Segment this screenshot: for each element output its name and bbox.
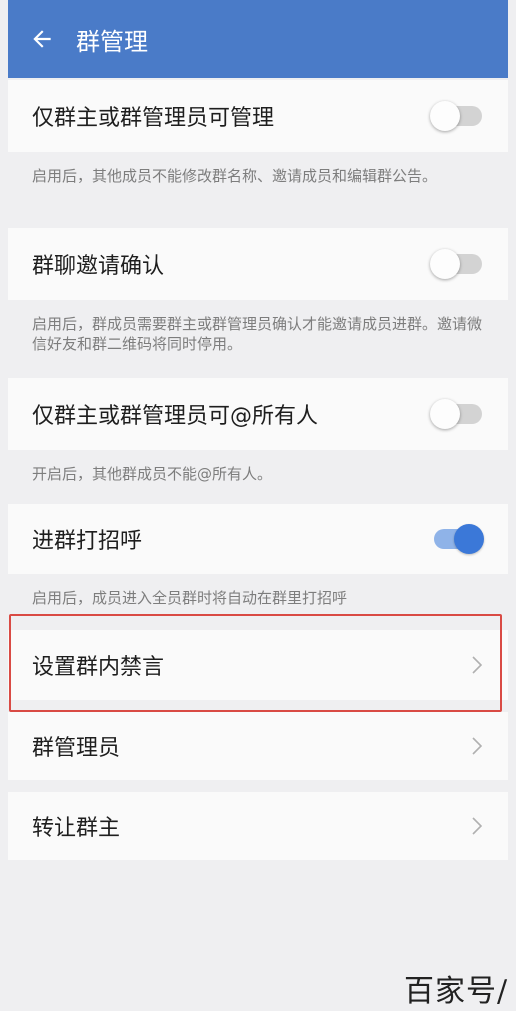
setting-description: 启用后，其他成员不能修改群名称、邀请成员和编辑群公告。 xyxy=(8,152,508,228)
setting-description: 开启后，其他群成员不能@所有人。 xyxy=(8,450,508,504)
chevron-right-icon xyxy=(472,817,483,835)
setting-at-all: 仅群主或群管理员可@所有人 xyxy=(8,378,508,450)
row-label: 转让群主 xyxy=(32,816,121,841)
setting-greeting: 进群打招呼 xyxy=(8,504,508,574)
chevron-right-icon xyxy=(472,737,483,755)
group-admins-row[interactable]: 群管理员 xyxy=(8,712,508,780)
setting-description: 启用后，成员进入全员群时将自动在群里打招呼 xyxy=(8,574,508,614)
setting-invite-confirm: 群聊邀请确认 xyxy=(8,228,508,300)
page-title: 群管理 xyxy=(76,27,148,56)
transfer-owner-row[interactable]: 转让群主 xyxy=(8,792,508,860)
at-all-toggle[interactable] xyxy=(430,397,484,431)
row-label: 群管理员 xyxy=(32,736,121,761)
admin-only-manage-toggle[interactable] xyxy=(430,99,484,133)
row-label: 设置群内禁言 xyxy=(32,655,165,680)
setting-label: 仅群主或群管理员可管理 xyxy=(32,106,275,131)
setting-label: 进群打招呼 xyxy=(32,529,143,554)
greeting-toggle[interactable] xyxy=(430,522,484,556)
app-bar: 群管理 xyxy=(8,0,508,78)
setting-description: 启用后，群成员需要群主或群管理员确认才能邀请成员进群。邀请微信好友和群二维码将同… xyxy=(8,300,508,378)
back-button[interactable] xyxy=(12,0,72,78)
chevron-right-icon xyxy=(472,656,483,674)
mute-settings-row[interactable]: 设置群内禁言 xyxy=(8,630,508,700)
setting-label: 仅群主或群管理员可@所有人 xyxy=(32,404,319,429)
arrow-left-icon xyxy=(33,30,51,48)
invite-confirm-toggle[interactable] xyxy=(430,247,484,281)
setting-label: 群聊邀请确认 xyxy=(32,254,165,279)
setting-admin-only-manage: 仅群主或群管理员可管理 xyxy=(8,80,508,152)
watermark: 百家号/ xyxy=(404,974,509,1009)
